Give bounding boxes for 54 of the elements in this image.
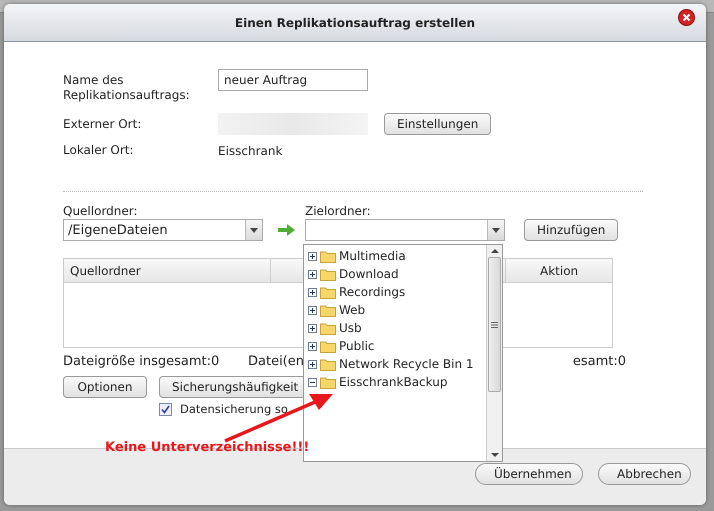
expand-icon[interactable] (308, 288, 317, 296)
close-icon[interactable] (678, 9, 695, 26)
field-label: Externer Ort: (63, 116, 142, 132)
settings-button[interactable]: Einstellungen (384, 113, 492, 135)
caret-icon (250, 228, 258, 232)
collapse-icon[interactable] (308, 378, 317, 386)
folder-icon (320, 322, 336, 334)
folder-item[interactable]: Network Recycle Bin 1 (339, 357, 474, 371)
folder-item[interactable]: Download (339, 267, 399, 281)
expand-icon[interactable] (308, 252, 317, 260)
field-label: Quellordner: (63, 204, 139, 218)
window-title: Einen Replikationsauftrag erstellen (234, 16, 476, 30)
folder-icon (320, 268, 336, 280)
folder-item[interactable]: Usb (339, 321, 362, 335)
expand-icon[interactable] (308, 270, 317, 278)
expand-icon[interactable] (308, 324, 317, 332)
grip-icon (491, 322, 498, 328)
folder-icon (320, 304, 336, 316)
folder-icon (320, 286, 336, 298)
scroll-down-icon[interactable] (490, 453, 498, 457)
expand-icon[interactable] (308, 360, 317, 368)
options-button[interactable]: Optionen (63, 376, 147, 398)
folder-icon (320, 376, 336, 388)
total-text: esamt:0 (572, 354, 626, 369)
caret-icon (492, 228, 500, 232)
cancel-button[interactable]: Abbrechen (598, 463, 691, 485)
apply-button[interactable]: Übernehmen (475, 463, 583, 485)
add-button[interactable]: Hinzufügen (524, 219, 618, 241)
local-value: Eisschrank (218, 144, 282, 158)
source-select[interactable]: /EigeneDateien (63, 219, 263, 241)
expand-icon[interactable] (308, 306, 317, 314)
scroll-up-icon[interactable] (490, 249, 498, 253)
column-header: Aktion (539, 262, 580, 280)
folder-icon (320, 340, 336, 352)
field-label: Zielordner: (305, 204, 372, 218)
name-input[interactable]: neuer Auftrag (218, 69, 368, 91)
field-label: Lokaler Ort: (63, 143, 134, 158)
folder-item[interactable]: Public (339, 339, 375, 353)
field-label: Name des Replikationsauftrags: (63, 72, 191, 103)
folder-icon (320, 358, 336, 370)
scrollbar[interactable] (486, 245, 502, 461)
folder-item[interactable]: Web (339, 303, 366, 317)
file-count-text: Datei(en (248, 354, 304, 369)
arrow-icon (278, 223, 296, 237)
expand-icon[interactable] (308, 342, 317, 350)
folder-icon (320, 250, 336, 262)
annotation-text: Keine Unterverzeichnisse!!! (105, 440, 310, 455)
column-header: Quellordner (64, 259, 271, 282)
folder-item[interactable]: Multimedia (339, 249, 406, 263)
checkbox[interactable] (159, 402, 172, 416)
folder-item[interactable]: Recordings (339, 285, 406, 299)
checkbox-label: Datensicherung so (180, 402, 288, 416)
folder-item[interactable]: EisschrankBackup (339, 375, 448, 389)
total-size-text: Dateigröße insgesamt:0 (63, 354, 220, 369)
